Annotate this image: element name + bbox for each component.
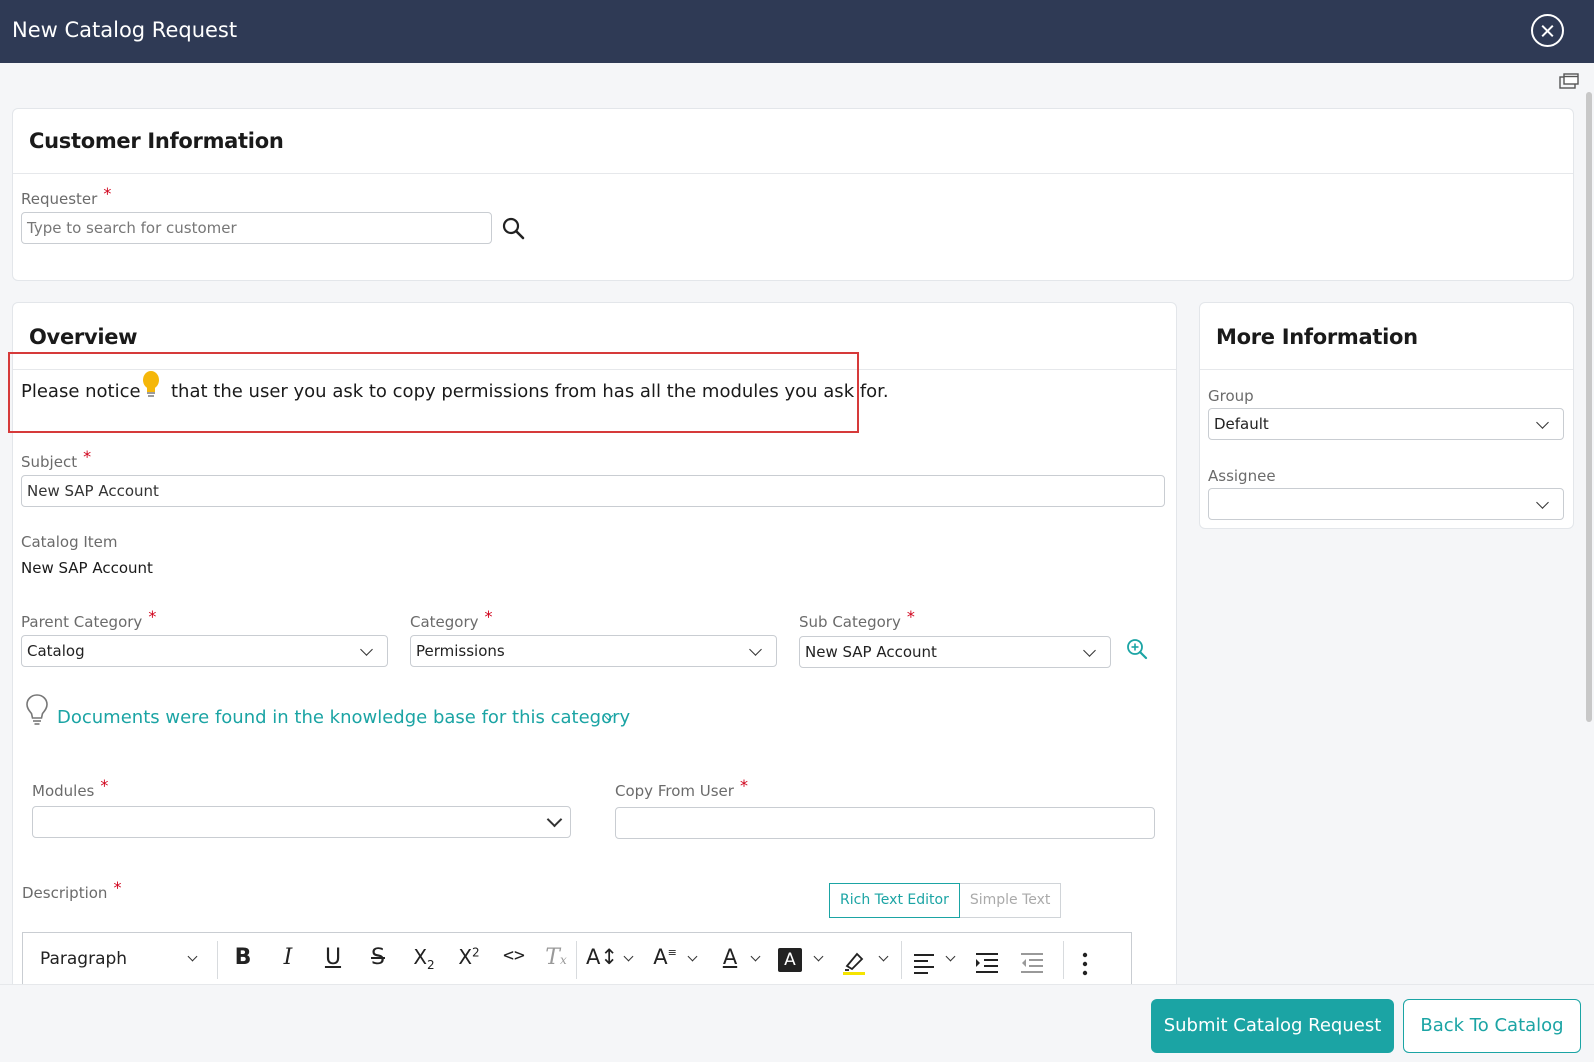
code-icon[interactable]: <>	[497, 945, 531, 975]
back-to-catalog-button[interactable]: Back To Catalog	[1403, 999, 1581, 1053]
toolbar-separator	[901, 941, 902, 979]
copy-from-user-label: Copy From User *	[615, 776, 748, 800]
sub-category-select[interactable]: New SAP Account	[799, 636, 1111, 668]
clear-formatting-icon[interactable]: Tx	[541, 945, 571, 975]
more-options-icon[interactable]	[1080, 949, 1090, 979]
group-value: Default	[1214, 415, 1269, 433]
notice-text-before: Please notice	[21, 381, 141, 402]
category-value: Permissions	[416, 642, 505, 660]
chevron-down-icon	[1083, 644, 1096, 657]
chevron-down-icon[interactable]	[878, 951, 889, 962]
paragraph-style-select[interactable]: Paragraph	[40, 949, 127, 969]
chevron-down-icon[interactable]	[687, 951, 698, 962]
customer-information-title: Customer Information	[29, 129, 284, 153]
sub-category-value: New SAP Account	[805, 643, 937, 661]
rich-text-toolbar: Paragraph B I U S X2 X2 <> Tx A↕ A≡ A A	[22, 932, 1132, 987]
assignee-label: Assignee	[1208, 467, 1276, 485]
more-information-card: More Information Group Default Assignee	[1199, 302, 1574, 529]
category-select[interactable]: Permissions	[410, 635, 777, 667]
toolbar-separator	[576, 941, 577, 979]
requester-search-input[interactable]: Type to search for customer	[21, 212, 492, 244]
close-icon[interactable]	[1531, 14, 1564, 47]
category-label: Category *	[410, 607, 493, 631]
parent-category-label: Parent Category *	[21, 607, 157, 631]
background-color-icon[interactable]: A	[778, 948, 802, 972]
assignee-select[interactable]	[1208, 488, 1564, 520]
chevron-down-icon	[1536, 416, 1549, 429]
catalog-item-label: Catalog Item	[21, 533, 118, 551]
font-color-icon[interactable]: A	[715, 945, 745, 975]
window-title: New Catalog Request	[12, 18, 238, 42]
customer-information-card: Customer Information Requester * Type to …	[12, 108, 1574, 281]
parent-category-value: Catalog	[27, 642, 85, 660]
popout-window-icon[interactable]	[1559, 73, 1579, 89]
italic-icon[interactable]: I	[273, 945, 303, 975]
more-information-title: More Information	[1216, 325, 1418, 349]
font-size-icon[interactable]: A↕	[586, 945, 618, 975]
chevron-down-icon[interactable]	[187, 951, 198, 962]
chevron-down-icon[interactable]	[750, 951, 761, 962]
font-family-icon[interactable]: A≡	[650, 945, 680, 975]
chevron-down-icon	[360, 643, 373, 656]
divider	[1200, 369, 1573, 370]
search-icon[interactable]	[501, 216, 525, 240]
indent-icon[interactable]	[974, 948, 1000, 978]
window-titlebar: New Catalog Request	[0, 0, 1594, 63]
zoom-in-icon[interactable]	[1126, 638, 1148, 660]
sub-category-label: Sub Category *	[799, 607, 915, 631]
chevron-down-icon	[749, 643, 762, 656]
editor-mode-toggle: Rich Text Editor Simple Text	[829, 883, 1062, 918]
strikethrough-icon[interactable]: S	[363, 945, 393, 975]
align-left-icon[interactable]	[912, 948, 936, 978]
modules-select[interactable]	[32, 806, 571, 838]
underline-icon[interactable]: U	[318, 945, 348, 975]
vertical-scrollbar[interactable]	[1586, 92, 1592, 722]
subject-label: Subject *	[21, 447, 92, 471]
parent-category-select[interactable]: Catalog	[21, 635, 388, 667]
simple-text-tab[interactable]: Simple Text	[959, 883, 1062, 918]
lightbulb-outline-icon	[26, 694, 48, 725]
requester-label: Requester *	[21, 184, 112, 208]
description-label: Description *	[22, 878, 122, 902]
group-label: Group	[1208, 387, 1254, 405]
notice-text-after: that the user you ask to copy permission…	[171, 381, 889, 402]
toolbar-separator	[217, 941, 218, 979]
subscript-icon[interactable]: X2	[407, 945, 441, 975]
toolbar-separator	[1063, 941, 1064, 979]
modules-label: Modules *	[32, 776, 109, 800]
subject-input[interactable]: New SAP Account	[21, 475, 1165, 507]
overview-title: Overview	[29, 325, 138, 349]
superscript-icon[interactable]: X2	[452, 945, 486, 975]
submit-catalog-request-button[interactable]: Submit Catalog Request	[1151, 999, 1394, 1053]
knowledge-base-link[interactable]: Documents were found in the knowledge ba…	[57, 707, 630, 728]
group-select[interactable]: Default	[1208, 408, 1564, 440]
chevron-down-icon	[546, 811, 563, 828]
highlight-icon[interactable]	[841, 947, 869, 977]
chevron-down-icon[interactable]	[945, 951, 956, 962]
catalog-item-value: New SAP Account	[21, 559, 153, 577]
chevron-down-icon	[1536, 496, 1549, 509]
chevron-down-icon[interactable]	[813, 951, 824, 962]
bold-icon[interactable]: B	[228, 945, 258, 975]
lightbulb-icon	[143, 371, 159, 397]
outdent-icon[interactable]	[1019, 948, 1045, 978]
divider	[13, 173, 1573, 174]
rich-text-editor-tab[interactable]: Rich Text Editor	[829, 883, 960, 918]
chevron-down-icon[interactable]	[623, 951, 634, 962]
copy-from-user-input[interactable]	[615, 807, 1155, 839]
